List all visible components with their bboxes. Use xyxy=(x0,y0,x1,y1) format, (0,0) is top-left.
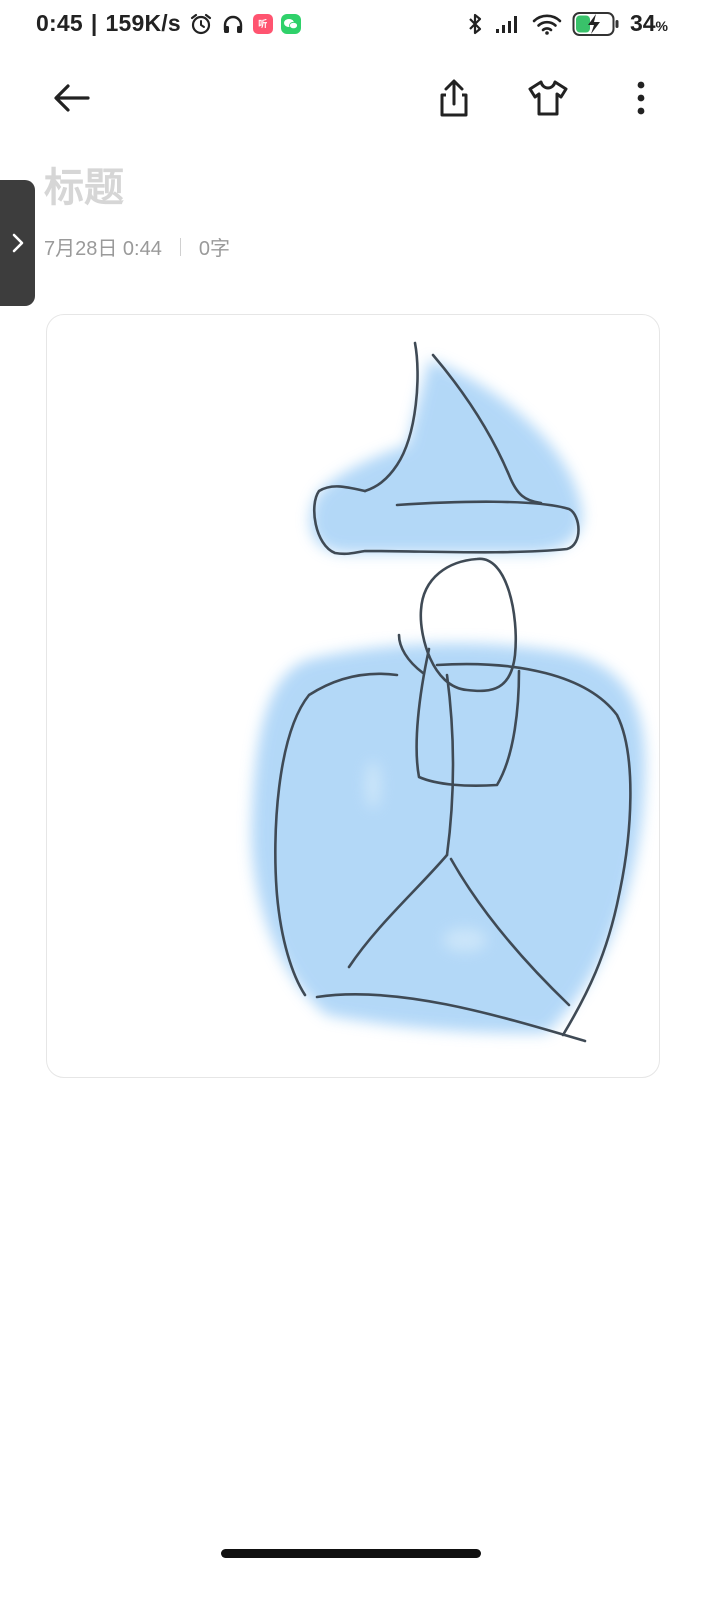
app-notification-icon: 听 xyxy=(252,13,273,34)
back-button[interactable] xyxy=(48,74,96,122)
alarm-icon xyxy=(189,12,213,36)
status-separator: | xyxy=(90,10,98,36)
sketch-drawing xyxy=(251,341,646,1043)
back-arrow-icon xyxy=(54,84,90,112)
share-icon xyxy=(440,79,468,117)
side-drawer-handle[interactable] xyxy=(0,180,35,306)
tshirt-icon xyxy=(528,80,568,116)
wechat-icon xyxy=(280,13,301,34)
battery-percent: 34% xyxy=(629,10,668,36)
signal-icon xyxy=(494,13,522,35)
status-left: 0:45 | 159K/s 听 xyxy=(36,10,301,37)
note-toolbar xyxy=(0,60,720,132)
bluetooth-icon xyxy=(466,12,484,36)
more-vertical-icon xyxy=(637,81,645,115)
network-speed: 159K/s xyxy=(105,10,181,36)
note-date: 7月28日 0:44 xyxy=(44,238,162,260)
meta-divider xyxy=(179,237,181,256)
theme-button[interactable] xyxy=(524,74,572,122)
home-indicator[interactable] xyxy=(221,1549,481,1558)
status-bar: 0:45 | 159K/s 听 34% xyxy=(0,0,720,52)
share-button[interactable] xyxy=(430,74,478,122)
battery-charging-icon xyxy=(572,11,620,37)
note-meta: 7月28日 0:44 0字 xyxy=(44,232,230,261)
status-right: 34% xyxy=(466,10,668,37)
word-count: 0字 xyxy=(198,238,230,260)
more-options-button[interactable] xyxy=(617,74,665,122)
note-title-input[interactable]: 标题 xyxy=(44,155,124,213)
headphones-icon xyxy=(221,12,245,36)
wifi-icon xyxy=(532,13,562,35)
status-time: 0:45 xyxy=(36,10,83,36)
chevron-right-icon xyxy=(12,233,23,253)
drawing-card[interactable] xyxy=(46,314,660,1078)
